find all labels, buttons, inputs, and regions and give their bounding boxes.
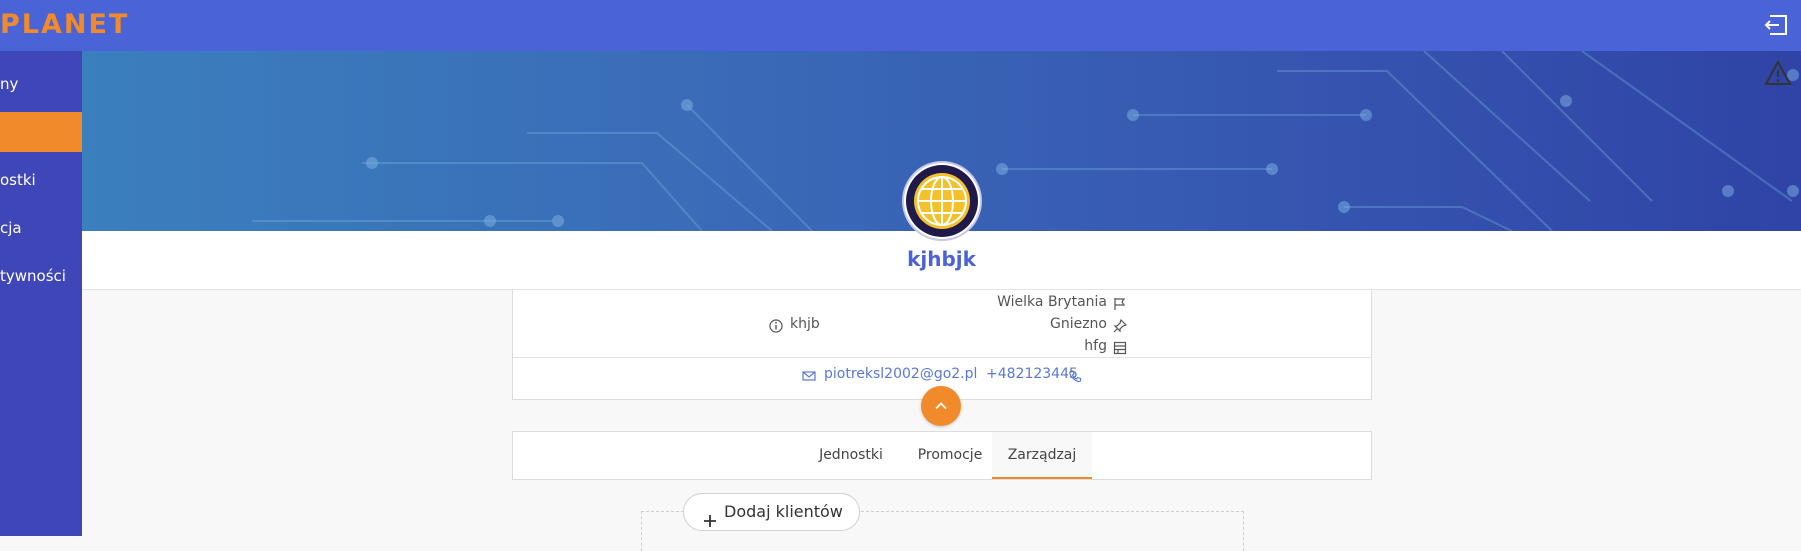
sidebar: ny ostki cja tywności xyxy=(0,51,82,536)
avatar xyxy=(902,161,982,241)
globe-icon xyxy=(906,165,978,237)
tab-zarzadzaj[interactable]: Zarządzaj xyxy=(992,432,1092,479)
sidebar-item-label: ny xyxy=(0,75,19,93)
profile-email[interactable]: piotreksl2002@go2.pl xyxy=(824,366,977,382)
profile-info-card: khjb Wielka Brytania Gniezno hfg piotrek… xyxy=(512,290,1372,400)
logout-icon[interactable] xyxy=(1764,12,1790,38)
divider xyxy=(513,357,1371,358)
pin-icon xyxy=(1113,318,1128,333)
tab-promocje[interactable]: Promocje xyxy=(902,432,998,479)
tab-jednostki[interactable]: Jednostki xyxy=(800,432,902,479)
plus-icon xyxy=(703,505,717,527)
sidebar-item-label: ostki xyxy=(0,171,36,189)
profile-extra: hfg xyxy=(1084,338,1107,354)
profile-country: Wielka Brytania xyxy=(997,294,1107,310)
info-icon xyxy=(769,318,783,333)
profile-description: khjb xyxy=(790,316,820,332)
sidebar-item-3[interactable]: ostki xyxy=(0,160,82,200)
email-icon xyxy=(802,368,816,382)
phone-icon xyxy=(1068,368,1082,383)
sidebar-item-label: cja xyxy=(0,219,22,237)
profile-phone[interactable]: +482123445 xyxy=(986,366,1078,382)
profile-city: Gniezno xyxy=(1049,316,1107,332)
sidebar-item-4[interactable]: cja xyxy=(0,208,82,248)
top-bar: PLANET xyxy=(0,0,1801,51)
add-clients-label: Dodaj klientów xyxy=(724,502,843,521)
profile-name: kjhbjk xyxy=(907,247,976,271)
sidebar-item-label: tywności xyxy=(0,267,66,285)
sidebar-item-5[interactable]: tywności xyxy=(0,256,82,296)
sidebar-item-active[interactable] xyxy=(0,112,82,152)
collapse-button[interactable] xyxy=(921,386,961,426)
warning-icon[interactable] xyxy=(1764,59,1792,86)
building-icon xyxy=(1113,340,1127,355)
tabs-bar: Jednostki Promocje Zarządzaj xyxy=(512,431,1372,480)
logo: PLANET xyxy=(0,9,130,40)
flag-icon xyxy=(1113,296,1127,310)
sidebar-item-1[interactable]: ny xyxy=(0,64,82,104)
add-clients-button[interactable]: Dodaj klientów xyxy=(683,493,860,531)
chevron-up-icon xyxy=(935,402,947,410)
